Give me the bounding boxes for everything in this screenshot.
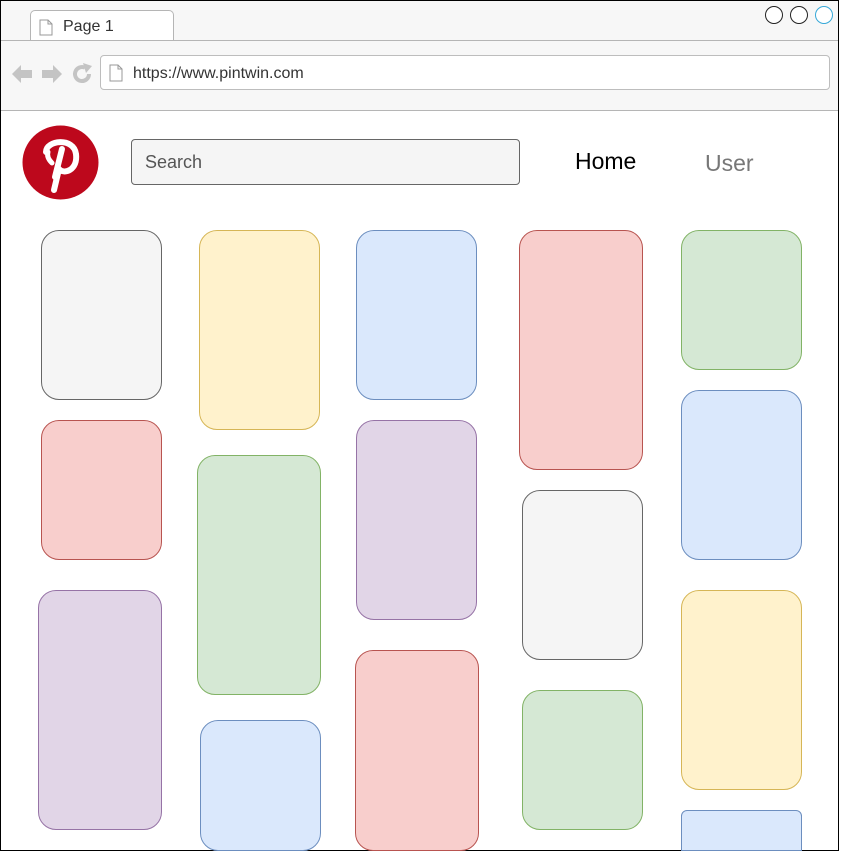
- pin-card[interactable]: [519, 230, 643, 470]
- nav-user-link[interactable]: User: [705, 150, 754, 177]
- pin-card[interactable]: [38, 590, 162, 830]
- forward-arrow-icon[interactable]: [40, 62, 64, 86]
- address-divider: [1, 110, 838, 111]
- window-circle-icon[interactable]: [790, 6, 808, 24]
- pin-card[interactable]: [681, 590, 802, 790]
- pin-card[interactable]: [681, 230, 802, 370]
- page-icon: [39, 19, 53, 36]
- back-arrow-icon[interactable]: [10, 62, 34, 86]
- reload-icon[interactable]: [70, 62, 94, 86]
- pin-card[interactable]: [200, 720, 321, 851]
- pin-card[interactable]: [681, 810, 802, 851]
- pin-card[interactable]: [41, 420, 162, 560]
- nav-home-link[interactable]: Home: [575, 148, 636, 175]
- pin-card[interactable]: [356, 230, 477, 400]
- url-text: https://www.pintwin.com: [133, 65, 304, 82]
- browser-tab[interactable]: Page 1: [30, 10, 174, 41]
- pin-card[interactable]: [355, 650, 479, 851]
- pin-card[interactable]: [681, 390, 802, 560]
- tab-title: Page 1: [63, 18, 114, 35]
- search-placeholder: Search: [145, 152, 203, 172]
- pinterest-logo-icon[interactable]: [22, 125, 99, 200]
- page-icon: [109, 64, 123, 82]
- pin-card[interactable]: [522, 690, 643, 830]
- url-field[interactable]: https://www.pintwin.com: [100, 55, 830, 90]
- pin-card[interactable]: [41, 230, 162, 400]
- pin-card[interactable]: [197, 455, 321, 695]
- pin-card[interactable]: [199, 230, 320, 430]
- search-input[interactable]: Search: [131, 139, 520, 185]
- window-circle-icon[interactable]: [765, 6, 783, 24]
- window-circle-icon[interactable]: [815, 6, 833, 24]
- pin-card[interactable]: [522, 490, 643, 660]
- pin-card[interactable]: [356, 420, 477, 620]
